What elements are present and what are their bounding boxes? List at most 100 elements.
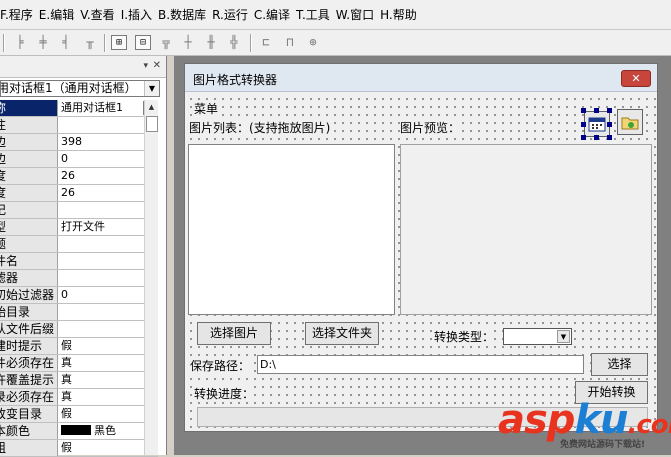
- selection-handle[interactable]: [594, 135, 599, 140]
- form-window[interactable]: 图片格式转换器 ✕ 菜单 图片列表：(支持拖放图片) 图片预览： 选择图片 选择…: [184, 63, 658, 432]
- property-row[interactable]: 建时提示假: [0, 338, 158, 355]
- watermark-subtitle: 免费网站源码下载站!: [560, 440, 646, 450]
- property-value[interactable]: 真: [58, 372, 158, 388]
- property-value[interactable]: 打开文件: [58, 219, 158, 235]
- space-horizontal-icon[interactable]: ╬: [226, 35, 242, 50]
- menu-view[interactable]: V.查看: [80, 6, 120, 23]
- selection-handle[interactable]: [581, 135, 586, 140]
- align-bottom-icon[interactable]: ⊟: [135, 35, 151, 50]
- property-key: 度: [0, 185, 58, 201]
- property-value[interactable]: 0: [58, 151, 158, 167]
- same-width-icon[interactable]: ╦: [158, 35, 174, 50]
- property-row[interactable]: 题: [0, 236, 158, 253]
- property-row[interactable]: 边0: [0, 151, 158, 168]
- same-height-icon[interactable]: ┼: [180, 35, 196, 50]
- property-row[interactable]: 本颜色 黑色: [0, 423, 158, 440]
- menu-insert[interactable]: I.插入: [121, 6, 158, 23]
- select-image-button[interactable]: 选择图片: [197, 322, 271, 345]
- property-row[interactable]: 滤器: [0, 270, 158, 287]
- menu-database[interactable]: B.数据库: [158, 6, 212, 23]
- selection-handle[interactable]: [607, 108, 612, 113]
- selection-handle[interactable]: [581, 108, 586, 113]
- same-size-icon[interactable]: ╫: [203, 35, 219, 50]
- close-icon[interactable]: ✕: [153, 60, 161, 71]
- selection-handle[interactable]: [581, 122, 586, 127]
- open-dialog-icon[interactable]: [617, 109, 643, 135]
- pin-icon[interactable]: ▾: [143, 61, 148, 71]
- property-value[interactable]: 真: [58, 355, 158, 371]
- property-value[interactable]: 黑色: [58, 423, 158, 439]
- center-horizontal-icon[interactable]: ⊏: [258, 35, 274, 50]
- toolbar-separator: [104, 34, 106, 52]
- close-button[interactable]: ✕: [621, 70, 651, 87]
- property-value[interactable]: [58, 117, 158, 133]
- property-value[interactable]: [58, 253, 158, 269]
- property-row[interactable]: 始目录: [0, 304, 158, 321]
- property-row[interactable]: 件必须存在真: [0, 355, 158, 372]
- property-row[interactable]: 度26: [0, 168, 158, 185]
- align-middle-icon[interactable]: ⊞: [111, 35, 127, 50]
- property-key: 件名: [0, 253, 58, 269]
- property-row[interactable]: 型打开文件: [0, 219, 158, 236]
- property-value[interactable]: 398: [58, 134, 158, 150]
- property-value[interactable]: 真: [58, 389, 158, 405]
- property-value[interactable]: [58, 270, 158, 286]
- property-row[interactable]: 件名: [0, 253, 158, 270]
- property-value[interactable]: 26: [58, 185, 158, 201]
- chevron-down-icon[interactable]: ▼: [557, 330, 570, 343]
- property-value[interactable]: [58, 236, 158, 252]
- property-value[interactable]: 0: [58, 287, 158, 303]
- property-scrollbar[interactable]: ▲: [144, 100, 158, 455]
- scrollbar-thumb[interactable]: [146, 116, 158, 132]
- design-canvas: 图片格式转换器 ✕ 菜单 图片列表：(支持拖放图片) 图片预览： 选择图片 选择…: [174, 56, 671, 455]
- image-list[interactable]: [188, 144, 395, 315]
- property-value[interactable]: 假: [58, 338, 158, 354]
- property-row[interactable]: 称 通用对话框1…: [0, 100, 158, 117]
- property-row[interactable]: 许覆盖提示真: [0, 372, 158, 389]
- component-selector[interactable]: 用对话框1（通用对话框） ▼: [0, 80, 160, 97]
- menu-compile[interactable]: C.编译: [254, 6, 296, 23]
- center-both-icon[interactable]: ⊕: [305, 35, 321, 50]
- property-row[interactable]: 录必须存在真: [0, 389, 158, 406]
- property-value[interactable]: 假: [58, 406, 158, 422]
- property-row[interactable]: 度26: [0, 185, 158, 202]
- selection-handle[interactable]: [607, 135, 612, 140]
- align-top-icon[interactable]: ╥: [82, 35, 98, 50]
- form-menu-label[interactable]: 菜单: [194, 100, 219, 117]
- selection-handle[interactable]: [594, 108, 599, 113]
- property-row[interactable]: 认文件后缀: [0, 321, 158, 338]
- align-right-icon[interactable]: ╡: [58, 35, 74, 50]
- center-vertical-icon[interactable]: ⊓: [282, 35, 298, 50]
- property-value[interactable]: 通用对话框1…: [58, 100, 158, 116]
- property-value[interactable]: [58, 304, 158, 320]
- menu-help[interactable]: H.帮助: [380, 6, 423, 23]
- menu-tools[interactable]: T.工具: [296, 6, 336, 23]
- menu-edit[interactable]: E.编辑: [39, 6, 80, 23]
- property-row[interactable]: 记: [0, 202, 158, 219]
- property-value[interactable]: 假: [58, 440, 158, 456]
- image-preview: [400, 144, 652, 315]
- property-key: 建时提示: [0, 338, 58, 354]
- scroll-up-icon[interactable]: ▲: [145, 100, 158, 114]
- convert-type-select[interactable]: ▼: [503, 328, 572, 345]
- align-left-icon[interactable]: ╞: [12, 35, 28, 50]
- property-row[interactable]: 边398: [0, 134, 158, 151]
- save-path-input[interactable]: D:\: [257, 355, 584, 374]
- align-center-icon[interactable]: ╪: [35, 35, 51, 50]
- property-row[interactable]: 粗假: [0, 440, 158, 457]
- property-row[interactable]: 注: [0, 117, 158, 134]
- property-value[interactable]: [58, 202, 158, 218]
- menu-program[interactable]: F.程序: [0, 6, 39, 23]
- property-value[interactable]: 26: [58, 168, 158, 184]
- property-value[interactable]: [58, 321, 158, 337]
- selection-handle[interactable]: [607, 122, 612, 127]
- property-key: 始目录: [0, 304, 58, 320]
- property-row[interactable]: 改变目录假: [0, 406, 158, 423]
- menu-window[interactable]: W.窗口: [336, 6, 380, 23]
- select-folder-button[interactable]: 选择文件夹: [305, 322, 379, 345]
- property-key: 初始过滤器: [0, 287, 58, 303]
- property-row[interactable]: 初始过滤器 0: [0, 287, 158, 304]
- choose-path-button[interactable]: 选择: [591, 353, 648, 376]
- menu-run[interactable]: R.运行: [212, 6, 254, 23]
- chevron-down-icon[interactable]: ▼: [144, 81, 159, 96]
